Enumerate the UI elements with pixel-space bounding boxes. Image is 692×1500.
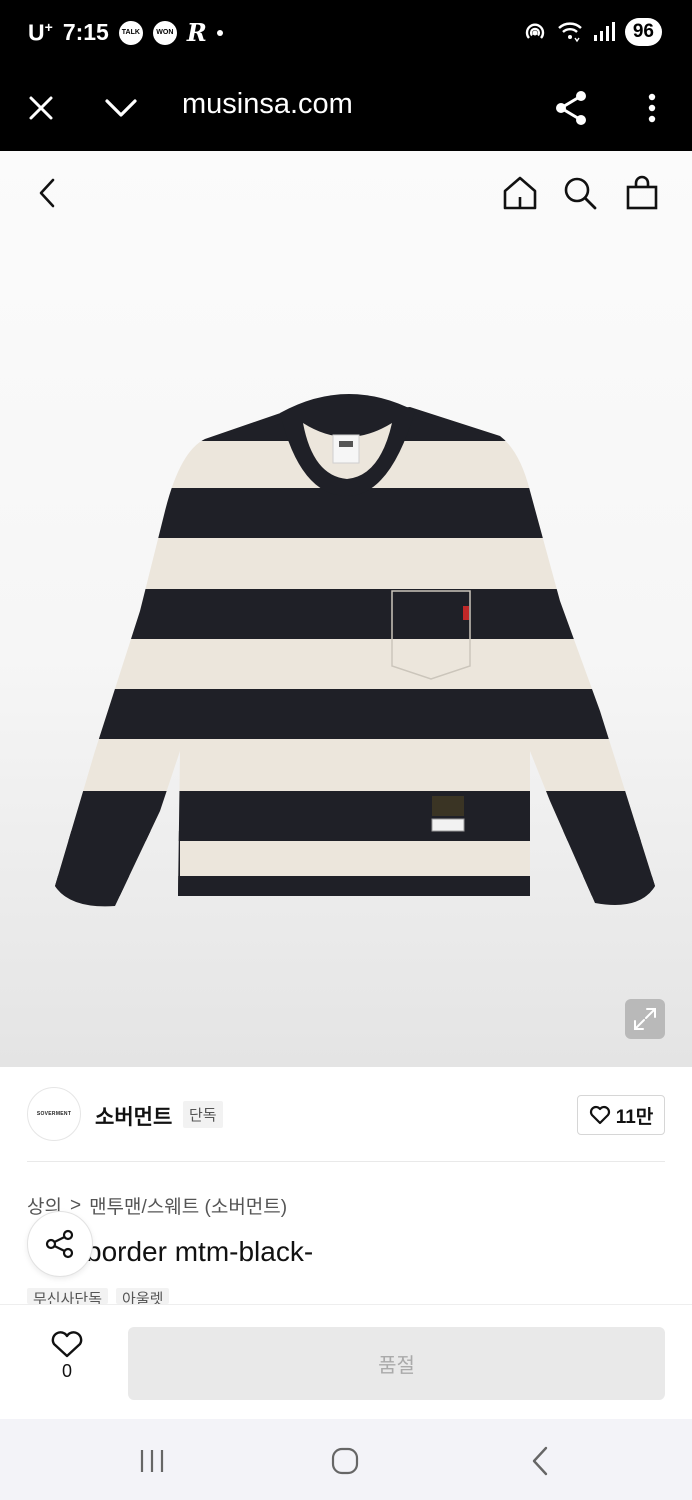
clock: 7:15 bbox=[62, 19, 109, 45]
product-title: border mtm-black- bbox=[86, 1236, 314, 1267]
tag-outlet: 아울렛 bbox=[116, 1288, 170, 1304]
share-icon bbox=[45, 1229, 74, 1259]
talk-notification-icon: TALK bbox=[118, 20, 143, 45]
wishlist-button[interactable]: 0 bbox=[44, 1329, 90, 1382]
brand-logo[interactable]: SOVERMENT bbox=[27, 1087, 81, 1141]
expand-icon bbox=[634, 1008, 656, 1030]
more-notifications-dot bbox=[216, 29, 223, 36]
brand-like-count: 11만 bbox=[615, 1106, 654, 1128]
section-divider bbox=[27, 1161, 665, 1162]
recent-apps-icon bbox=[140, 1450, 164, 1472]
product-photo-sweatshirt bbox=[55, 393, 655, 907]
product-image-gallery[interactable] bbox=[0, 151, 692, 1067]
breadcrumb-subcategory[interactable]: 맨투맨/스웨트 (소버먼트) bbox=[89, 1192, 287, 1219]
url-text[interactable]: musinsa.com bbox=[182, 88, 353, 121]
back-nav-button[interactable] bbox=[518, 1439, 562, 1483]
home-nav-button[interactable] bbox=[323, 1439, 367, 1483]
product-tags: 무신사단독 아울렛 bbox=[27, 1288, 170, 1304]
wishlist-count: 0 bbox=[61, 1361, 72, 1381]
floating-share-button[interactable] bbox=[27, 1211, 93, 1277]
status-bar: U+ 7:15 TALK WON R 96 bbox=[0, 0, 692, 66]
brand-like-button[interactable]: 11만 bbox=[577, 1095, 665, 1135]
more-options-button[interactable] bbox=[628, 84, 676, 132]
recent-apps-button[interactable] bbox=[130, 1439, 174, 1483]
heart-icon bbox=[589, 1105, 610, 1125]
chevron-down-icon bbox=[105, 99, 137, 117]
back-arrow-icon bbox=[532, 1446, 548, 1476]
signal-icon bbox=[593, 22, 615, 41]
brand-name[interactable]: 소버먼트 bbox=[95, 1101, 172, 1131]
tag-exclusive: 무신사단독 bbox=[27, 1288, 109, 1304]
sold-out-button[interactable]: 품절 bbox=[128, 1327, 665, 1400]
more-vertical-icon bbox=[648, 93, 656, 123]
system-navigation-bar bbox=[0, 1419, 692, 1500]
home-circle-icon bbox=[331, 1447, 359, 1475]
won-notification-icon: WON bbox=[152, 20, 177, 45]
share-page-button[interactable] bbox=[547, 84, 595, 132]
browser-toolbar: musinsa.com bbox=[0, 66, 692, 151]
purchase-bar: 0 품절 bbox=[0, 1304, 692, 1419]
wifi-icon bbox=[558, 22, 582, 43]
battery-indicator: 96 bbox=[624, 18, 662, 46]
exclusive-badge: 단독 bbox=[183, 1101, 223, 1128]
hotspot-icon bbox=[525, 23, 544, 39]
r-app-notification-icon: R bbox=[186, 18, 207, 47]
brand-row: SOVERMENT 소버먼트 단독 11만 bbox=[0, 1067, 692, 1162]
close-tab-button[interactable] bbox=[17, 84, 65, 132]
collapse-button[interactable] bbox=[97, 84, 145, 132]
close-icon bbox=[29, 96, 53, 120]
share-icon bbox=[556, 91, 586, 125]
heart-icon bbox=[51, 1331, 83, 1358]
fullscreen-button[interactable] bbox=[625, 999, 665, 1039]
carrier: U+ bbox=[28, 18, 53, 46]
